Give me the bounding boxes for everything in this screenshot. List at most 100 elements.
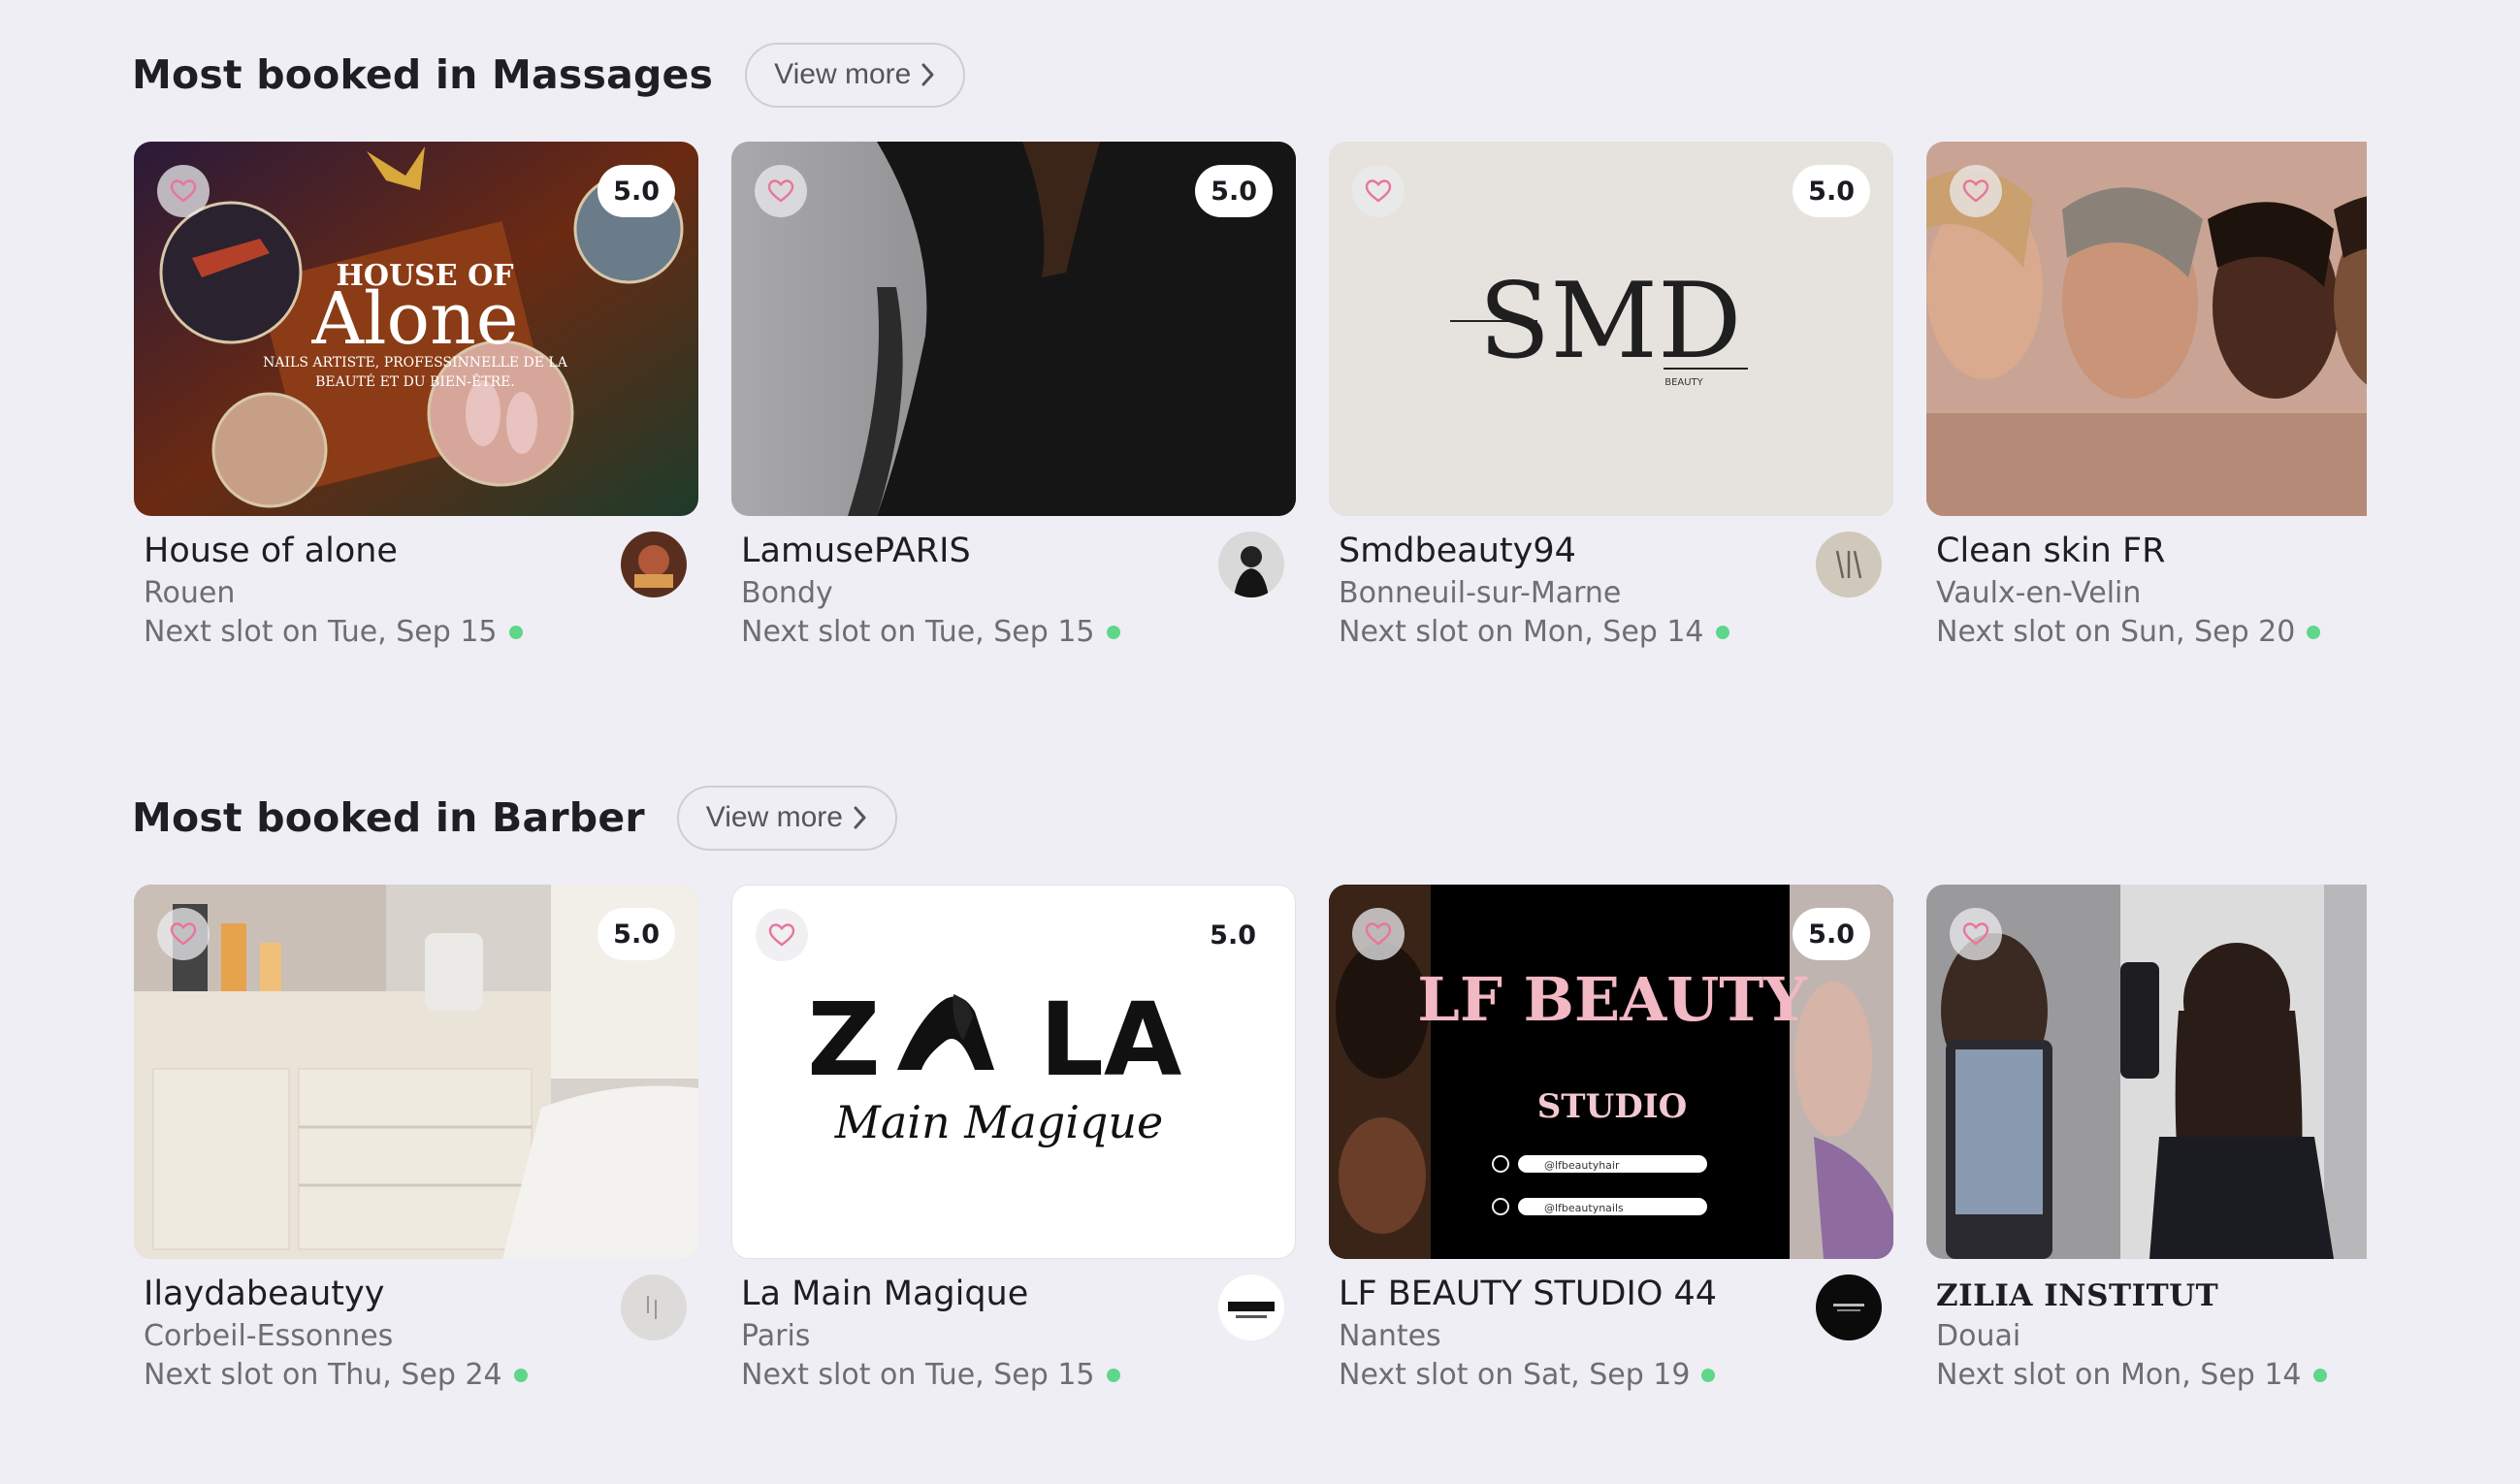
salon-card[interactable]: ZILIA INSTITUT Douai Next slot on Mon, S…: [1926, 885, 2367, 1428]
salon-city: Douai: [1936, 1319, 2021, 1353]
salon-name[interactable]: La Main Magique: [741, 1274, 1028, 1313]
cards-carousel[interactable]: 5.0 Ilaydabeautyy Corbeil-Essonnes Next …: [132, 885, 2367, 1428]
view-more-button[interactable]: View more: [745, 42, 966, 108]
section-massages: Most booked in Massages View more HOUSE …: [132, 41, 2367, 649]
chevron-right-icon: [921, 63, 934, 86]
avatar: [1816, 1274, 1882, 1340]
heart-icon: [767, 179, 794, 203]
next-slot: Next slot on Mon, Sep 14: [1339, 615, 1729, 649]
image-text-line4: BEAUTÉ ET DU BIEN-ÊTRE.: [315, 372, 515, 390]
availability-dot: [508, 625, 523, 639]
salon-city: Bondy: [741, 576, 833, 610]
avatar: [621, 532, 687, 597]
salon-image[interactable]: 5.0: [731, 142, 1296, 516]
section-barber: Most booked in Barber View more 5.0 Ilay…: [132, 784, 2367, 1392]
salon-name[interactable]: House of alone: [144, 532, 398, 570]
next-slot: Next slot on Thu, Sep 24: [144, 1358, 528, 1392]
salon-name[interactable]: Ilaydabeautyy: [144, 1274, 384, 1313]
salon-name[interactable]: ZILIA INSTITUT: [1936, 1278, 2218, 1313]
heart-icon: [1962, 922, 1989, 946]
heart-icon: [1962, 179, 1989, 203]
section-title: Most booked in Massages: [132, 51, 714, 98]
avatar: [621, 1274, 687, 1340]
next-slot-text: Next slot on Tue, Sep 15: [741, 1358, 1095, 1392]
rating-badge: 5.0: [1195, 165, 1273, 217]
favorite-button[interactable]: [1950, 165, 2002, 217]
next-slot: Next slot on Mon, Sep 14: [1936, 1358, 2327, 1392]
rating-badge: 5.0: [598, 908, 675, 960]
salon-card[interactable]: Z LA Main Magique 5.0 La Main Magique Pa…: [731, 885, 1296, 1428]
image-text-line3: NAILS ARTISTE, PROFESSINNELLE DE LA: [263, 355, 568, 371]
image-logo-left: Z: [807, 981, 880, 1099]
salon-image[interactable]: Z LA Main Magique 5.0: [731, 885, 1296, 1259]
favorite-button[interactable]: [755, 165, 807, 217]
next-slot-text: Next slot on Sat, Sep 19: [1339, 1358, 1691, 1392]
next-slot: Next slot on Tue, Sep 15: [741, 1358, 1120, 1392]
salon-city: Rouen: [144, 576, 236, 610]
salon-image[interactable]: [1926, 885, 2367, 1259]
next-slot-text: Next slot on Mon, Sep 14: [1339, 615, 1704, 649]
rating-badge: 5.0: [598, 165, 675, 217]
avatar: [1218, 532, 1284, 597]
next-slot: Next slot on Tue, Sep 15: [144, 615, 523, 649]
next-slot: Next slot on Tue, Sep 15: [741, 615, 1120, 649]
salon-image[interactable]: LF BEAUTY STUDIO @lfbeautyhair @lfbeauty…: [1329, 885, 1893, 1259]
salon-name[interactable]: LamusePARIS: [741, 532, 971, 570]
salon-card[interactable]: 5.0 LamusePARIS Bondy Next slot on Tue, …: [731, 142, 1296, 685]
salon-city: Paris: [741, 1319, 811, 1353]
favorite-button[interactable]: [157, 165, 210, 217]
salon-card[interactable]: SMD BEAUTY 5.0 Smdbeauty94 Bonneuil-sur-…: [1329, 142, 1893, 685]
salon-card[interactable]: LF BEAUTY STUDIO @lfbeautyhair @lfbeauty…: [1329, 885, 1893, 1428]
next-slot-text: Next slot on Tue, Sep 15: [741, 615, 1095, 649]
section-header: Most booked in Barber View more: [132, 784, 2367, 852]
section-header: Most booked in Massages View more: [132, 41, 2367, 109]
image-script-text: Main Magique: [834, 1096, 1163, 1148]
image-handle-1: @lfbeautyhair: [1544, 1159, 1620, 1172]
salon-card[interactable]: 5.0 Ilaydabeautyy Corbeil-Essonnes Next …: [134, 885, 698, 1428]
avatar: [1816, 532, 1882, 597]
salon-city: Corbeil-Essonnes: [144, 1319, 394, 1353]
salon-image[interactable]: SMD BEAUTY 5.0: [1329, 142, 1893, 516]
view-more-label: View more: [774, 58, 912, 90]
page: Most booked in Massages View more HOUSE …: [0, 0, 2520, 1484]
favorite-button[interactable]: [1950, 908, 2002, 960]
view-more-button[interactable]: View more: [676, 785, 897, 851]
cards-carousel[interactable]: HOUSE OF Alone NAILS ARTISTE, PROFESSINN…: [132, 142, 2367, 685]
next-slot-text: Next slot on Tue, Sep 15: [144, 615, 498, 649]
salon-image[interactable]: 5.0: [134, 885, 698, 1259]
salon-image[interactable]: HOUSE OF Alone NAILS ARTISTE, PROFESSINN…: [134, 142, 698, 516]
view-more-label: View more: [705, 801, 843, 833]
favorite-button[interactable]: [1352, 165, 1405, 217]
image-studio-text: STUDIO: [1537, 1087, 1688, 1126]
image-logo-text: SMD: [1478, 261, 1741, 382]
availability-dot: [2307, 625, 2321, 639]
image-logo-sub: BEAUTY: [1664, 377, 1703, 388]
availability-dot: [513, 1368, 528, 1382]
next-slot-text: Next slot on Mon, Sep 14: [1936, 1358, 2302, 1392]
availability-dot: [2312, 1368, 2327, 1382]
heart-icon: [170, 922, 197, 946]
heart-icon: [1365, 922, 1392, 946]
salon-name[interactable]: Smdbeauty94: [1339, 532, 1576, 570]
availability-dot: [1701, 1368, 1716, 1382]
heart-icon: [768, 923, 795, 947]
salon-image[interactable]: [1926, 142, 2367, 516]
availability-dot: [1106, 1368, 1120, 1382]
favorite-button[interactable]: [1352, 908, 1405, 960]
image-title-text: LF BEAUTY: [1417, 964, 1807, 1035]
favorite-button[interactable]: [756, 909, 808, 961]
rating-badge: 5.0: [1793, 908, 1870, 960]
next-slot-text: Next slot on Sun, Sep 20: [1936, 615, 2296, 649]
favorite-button[interactable]: [157, 908, 210, 960]
salon-card[interactable]: Clean skin FR Vaulx-en-Velin Next slot o…: [1926, 142, 2367, 685]
salon-name[interactable]: LF BEAUTY STUDIO 44: [1339, 1274, 1717, 1313]
salon-city: Bonneuil-sur-Marne: [1339, 576, 1622, 610]
section-title: Most booked in Barber: [132, 794, 645, 841]
salon-city: Vaulx-en-Velin: [1936, 576, 2142, 610]
salon-card[interactable]: HOUSE OF Alone NAILS ARTISTE, PROFESSINN…: [134, 142, 698, 685]
salon-name[interactable]: Clean skin FR: [1936, 532, 2165, 570]
image-text-line2: Alone: [310, 277, 518, 361]
image-handle-2: @lfbeautynails: [1544, 1202, 1624, 1214]
chevron-right-icon: [854, 806, 866, 829]
salon-city: Nantes: [1339, 1319, 1441, 1353]
